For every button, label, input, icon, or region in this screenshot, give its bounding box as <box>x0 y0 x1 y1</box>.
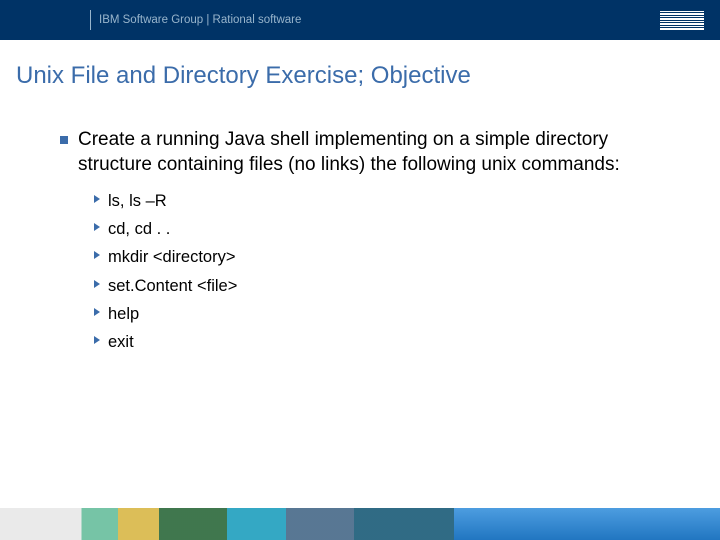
slide-title: Unix File and Directory Exercise; Object… <box>16 62 704 90</box>
slide-content: Unix File and Directory Exercise; Object… <box>0 40 720 356</box>
slide-header: IBM Software Group | Rational software <box>0 0 720 40</box>
footer-graphic-strip <box>0 508 454 540</box>
header-text: IBM Software Group | Rational software <box>99 14 301 26</box>
footer-blue-bar <box>454 508 720 540</box>
sub-bullet-item: mkdir <directory> <box>94 243 704 271</box>
sub-bullet-item: cd, cd . . <box>94 215 704 243</box>
sub-bullet-item: exit <box>94 328 704 356</box>
sub-bullet-item: ls, ls –R <box>94 187 704 215</box>
slide-footer <box>0 508 720 540</box>
sub-bullet-list: ls, ls –R cd, cd . . mkdir <directory> s… <box>94 187 704 355</box>
ibm-logo-icon <box>660 11 704 30</box>
header-divider <box>90 10 91 30</box>
header-left: IBM Software Group | Rational software <box>0 0 301 40</box>
sub-bullet-item: set.Content <file> <box>94 272 704 300</box>
sub-bullet-item: help <box>94 300 704 328</box>
main-bullet: Create a running Java shell implementing… <box>78 128 664 177</box>
